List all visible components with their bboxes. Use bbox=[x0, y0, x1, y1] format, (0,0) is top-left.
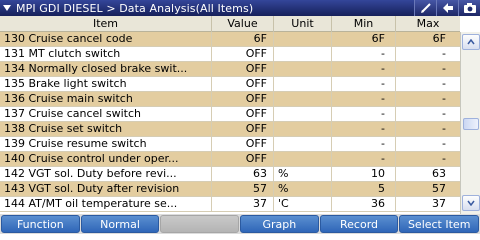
row-item: 137 Cruise cancel switch bbox=[0, 107, 212, 121]
record-button[interactable]: Record bbox=[319, 215, 399, 233]
row-item: 135 Brake light switch bbox=[0, 77, 212, 91]
row-min: - bbox=[332, 47, 396, 61]
row-unit: % bbox=[274, 182, 332, 196]
row-max: - bbox=[442, 62, 446, 75]
row-min: - bbox=[332, 137, 396, 151]
function-button[interactable]: Function bbox=[1, 215, 80, 233]
normal-button[interactable]: Normal bbox=[80, 215, 160, 233]
row-item: 144 AT/MT oil temperature se... bbox=[0, 197, 212, 211]
table-row[interactable]: 142 VGT sol. Duty before revi... 63 % 10… bbox=[0, 167, 460, 182]
row-item: 139 Cruise resume switch bbox=[0, 137, 212, 151]
select-item-button[interactable]: Select Item bbox=[399, 215, 480, 233]
table-row[interactable]: 137 Cruise cancel switch OFF - - bbox=[0, 107, 460, 122]
row-max: - bbox=[442, 152, 446, 165]
column-header-value[interactable]: Value bbox=[212, 16, 274, 32]
row-min: 5 bbox=[332, 182, 396, 196]
row-item: 138 Cruise set switch bbox=[0, 122, 212, 136]
column-header-unit[interactable]: Unit bbox=[274, 16, 332, 32]
title-bar: MPI GDI DIESEL > Data Analysis(All Items… bbox=[0, 0, 480, 16]
camera-icon[interactable] bbox=[458, 0, 480, 16]
row-min: - bbox=[332, 107, 396, 121]
row-item: 143 VGT sol. Duty after revision bbox=[0, 182, 212, 196]
column-header-max[interactable]: Max bbox=[396, 16, 460, 32]
chevron-up-icon bbox=[467, 39, 475, 45]
row-item: 131 MT clutch switch bbox=[0, 47, 212, 61]
table-row[interactable]: 138 Cruise set switch OFF - - bbox=[0, 122, 460, 137]
row-item: 134 Normally closed brake swit... bbox=[0, 62, 212, 76]
row-item: 136 Cruise main switch bbox=[0, 92, 212, 106]
row-value: OFF bbox=[212, 47, 274, 61]
row-unit bbox=[274, 62, 332, 76]
table-row[interactable]: 134 Normally closed brake swit... OFF - … bbox=[0, 62, 460, 77]
row-min: - bbox=[332, 152, 396, 166]
table-row[interactable]: 143 VGT sol. Duty after revision 57 % 5 … bbox=[0, 182, 460, 197]
row-value: OFF bbox=[212, 137, 274, 151]
scroll-down-button[interactable] bbox=[462, 195, 480, 211]
row-min: - bbox=[332, 122, 396, 136]
pen-icon[interactable] bbox=[414, 0, 436, 16]
row-unit bbox=[274, 122, 332, 136]
row-min: 6F bbox=[332, 32, 396, 46]
table-row[interactable]: 136 Cruise main switch OFF - - bbox=[0, 92, 460, 107]
table-row[interactable]: 130 Cruise cancel code 6F 6F 6F bbox=[0, 32, 460, 47]
row-unit bbox=[274, 152, 332, 166]
row-value: OFF bbox=[212, 77, 274, 91]
row-unit: % bbox=[274, 167, 332, 181]
row-max: - bbox=[442, 47, 446, 60]
row-max: 57 bbox=[432, 182, 446, 195]
data-table: 130 Cruise cancel code 6F 6F 6F 131 MT c… bbox=[0, 32, 460, 212]
table-row[interactable]: 144 AT/MT oil temperature se... 37 'C 36… bbox=[0, 197, 460, 212]
row-item: 140 Cruise control under oper... bbox=[0, 152, 212, 166]
row-unit bbox=[274, 92, 332, 106]
row-min: 10 bbox=[332, 167, 396, 181]
chevron-down-icon bbox=[467, 200, 475, 206]
row-max: 37 bbox=[432, 197, 446, 210]
row-value: OFF bbox=[212, 122, 274, 136]
vertical-scrollbar[interactable] bbox=[460, 32, 480, 214]
bottom-toolbar: Function Normal Graph Record Select Item bbox=[0, 214, 480, 234]
row-min: - bbox=[332, 92, 396, 106]
column-header-min[interactable]: Min bbox=[332, 16, 396, 32]
window-title: MPI GDI DIESEL > Data Analysis(All Items… bbox=[16, 1, 254, 15]
row-value: 63 bbox=[212, 167, 274, 181]
row-max: - bbox=[442, 137, 446, 150]
row-max: - bbox=[442, 92, 446, 105]
row-unit bbox=[274, 107, 332, 121]
row-unit: 'C bbox=[274, 197, 332, 211]
row-min: - bbox=[332, 62, 396, 76]
row-max: - bbox=[442, 77, 446, 90]
row-item: 142 VGT sol. Duty before revi... bbox=[0, 167, 212, 181]
row-max: 6F bbox=[432, 32, 446, 45]
row-min: 36 bbox=[332, 197, 396, 211]
row-min: - bbox=[332, 77, 396, 91]
row-max: 63 bbox=[432, 167, 446, 180]
row-unit bbox=[274, 32, 332, 46]
blank-button bbox=[160, 215, 240, 233]
back-arrow-icon[interactable] bbox=[436, 0, 458, 16]
row-value: OFF bbox=[212, 92, 274, 106]
table-row[interactable]: 135 Brake light switch OFF - - bbox=[0, 77, 460, 92]
row-value: OFF bbox=[212, 107, 274, 121]
table-row[interactable]: 131 MT clutch switch OFF - - bbox=[0, 47, 460, 62]
graph-button[interactable]: Graph bbox=[240, 215, 319, 233]
column-header-item[interactable]: Item bbox=[0, 16, 212, 32]
row-value: OFF bbox=[212, 152, 274, 166]
table-row[interactable]: 139 Cruise resume switch OFF - - bbox=[0, 137, 460, 152]
table-header: Item Value Unit Min Max bbox=[0, 16, 460, 32]
row-item: 130 Cruise cancel code bbox=[0, 32, 212, 46]
row-max: - bbox=[442, 122, 446, 135]
row-value: 37 bbox=[212, 197, 274, 211]
row-value: OFF bbox=[212, 62, 274, 76]
row-value: 57 bbox=[212, 182, 274, 196]
row-max: - bbox=[442, 107, 446, 120]
row-unit bbox=[274, 137, 332, 151]
row-unit bbox=[274, 47, 332, 61]
scrollbar-thumb[interactable] bbox=[463, 118, 479, 130]
table-row[interactable]: 140 Cruise control under oper... OFF - - bbox=[0, 152, 460, 167]
row-unit bbox=[274, 77, 332, 91]
scroll-up-button[interactable] bbox=[462, 34, 480, 50]
menu-icon[interactable] bbox=[0, 0, 14, 16]
row-value: 6F bbox=[212, 32, 274, 46]
